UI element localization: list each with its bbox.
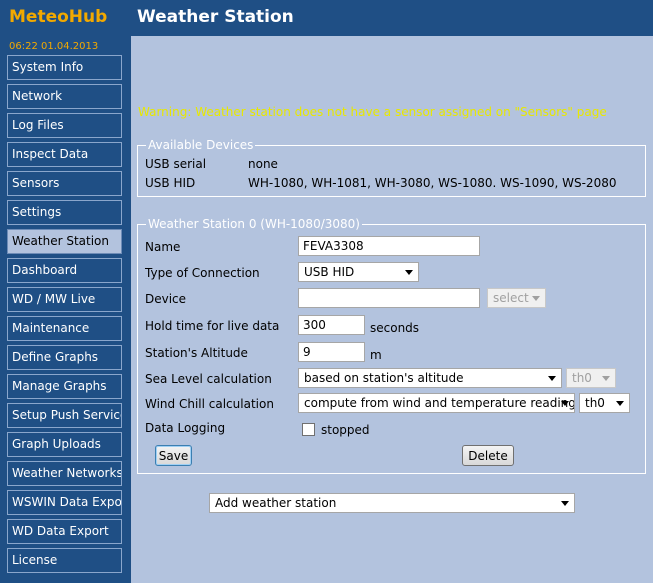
device-input[interactable] <box>298 288 480 308</box>
wind-chill-value: compute from wind and temperature readin… <box>304 396 575 410</box>
sea-level-sensor-value: th0 <box>572 371 592 385</box>
weather-station-legend: Weather Station 0 (WH-1080/3080) <box>148 217 360 231</box>
add-station-select[interactable]: Add weather station <box>209 493 575 513</box>
connection-type-select[interactable]: USB HID <box>298 262 419 282</box>
data-logging-status: stopped <box>321 423 370 437</box>
sidebar-item-license[interactable]: License <box>7 548 122 573</box>
altitude-input[interactable] <box>298 342 365 362</box>
chevron-down-icon <box>602 376 610 381</box>
sea-level-select[interactable]: based on station's altitude <box>298 368 562 388</box>
name-label: Name <box>145 240 181 254</box>
chevron-down-icon <box>616 401 624 406</box>
sidebar-item-sensors[interactable]: Sensors <box>7 171 122 196</box>
connection-type-label: Type of Connection <box>145 266 260 280</box>
sidebar-item-dashboard[interactable]: Dashboard <box>7 258 122 283</box>
station-name-input[interactable] <box>298 236 480 256</box>
device-type-value: none <box>248 157 278 171</box>
hold-time-unit: seconds <box>370 321 420 335</box>
wind-chill-select[interactable]: compute from wind and temperature readin… <box>298 393 575 413</box>
sidebar-item-define-graphs[interactable]: Define Graphs <box>7 345 122 370</box>
data-logging-checkbox[interactable] <box>302 423 315 436</box>
chevron-down-icon <box>405 270 413 275</box>
device-type-label: USB serial <box>145 157 207 171</box>
device-type-value: WH-1080, WH-1081, WH-3080, WS-1080. WS-1… <box>248 176 617 190</box>
sidebar-item-manage-graphs[interactable]: Manage Graphs <box>7 374 122 399</box>
sidebar-item-graph-uploads[interactable]: Graph Uploads <box>7 432 122 457</box>
device-label: Device <box>145 292 187 306</box>
sidebar-item-maintenance[interactable]: Maintenance <box>7 316 122 341</box>
device-type-label: USB HID <box>145 176 196 190</box>
sidebar-item-inspect-data[interactable]: Inspect Data <box>7 142 122 167</box>
sidebar-item-weather-station[interactable]: Weather Station <box>7 229 122 254</box>
altitude-unit: m <box>370 348 382 362</box>
hold-time-label: Hold time for live data <box>145 319 280 333</box>
delete-button[interactable]: Delete <box>462 445 514 466</box>
data-logging-label: Data Logging <box>145 421 226 435</box>
sidebar-item-wd-mw-live[interactable]: WD / MW Live <box>7 287 122 312</box>
sea-level-sensor-select[interactable]: th0 <box>566 368 616 388</box>
device-select[interactable]: select <box>487 288 546 308</box>
sidebar-item-log-files[interactable]: Log Files <box>7 113 122 138</box>
sidebar-item-network[interactable]: Network <box>7 84 122 109</box>
wind-chill-sensor-value: th0 <box>585 396 605 410</box>
sidebar-item-system-info[interactable]: System Info <box>7 55 122 80</box>
chevron-down-icon <box>532 296 540 301</box>
sidebar-item-settings[interactable]: Settings <box>7 200 122 225</box>
warning-message: Warning: Weather station does not have a… <box>138 105 607 119</box>
altitude-label: Station's Altitude <box>145 346 248 360</box>
sidebar-item-wswin-data-export[interactable]: WSWIN Data Export <box>7 490 122 515</box>
clock-display: 06:22 01.04.2013 <box>9 41 99 52</box>
device-select-value: select <box>493 291 529 305</box>
wind-chill-label: Wind Chill calculation <box>145 397 274 411</box>
available-devices-legend: Available Devices <box>148 138 254 152</box>
app-logo: MeteoHub <box>9 7 108 27</box>
add-station-value: Add weather station <box>215 496 337 510</box>
sea-level-label: Sea Level calculation <box>145 372 272 386</box>
header-bar: MeteoHub Weather Station <box>0 0 653 36</box>
sidebar-item-setup-push-services[interactable]: Setup Push Services <box>7 403 122 428</box>
sidebar-item-weather-networks[interactable]: Weather Networks <box>7 461 122 486</box>
chevron-down-icon <box>548 376 556 381</box>
sea-level-value: based on station's altitude <box>304 371 464 385</box>
wind-chill-sensor-select[interactable]: th0 <box>579 393 630 413</box>
page-title: Weather Station <box>137 7 294 27</box>
sidebar-item-wd-data-export[interactable]: WD Data Export <box>7 519 122 544</box>
chevron-down-icon <box>561 501 569 506</box>
hold-time-input[interactable] <box>298 315 365 335</box>
connection-type-value: USB HID <box>304 265 355 279</box>
save-button[interactable]: Save <box>155 445 192 466</box>
chevron-down-icon <box>561 401 569 406</box>
